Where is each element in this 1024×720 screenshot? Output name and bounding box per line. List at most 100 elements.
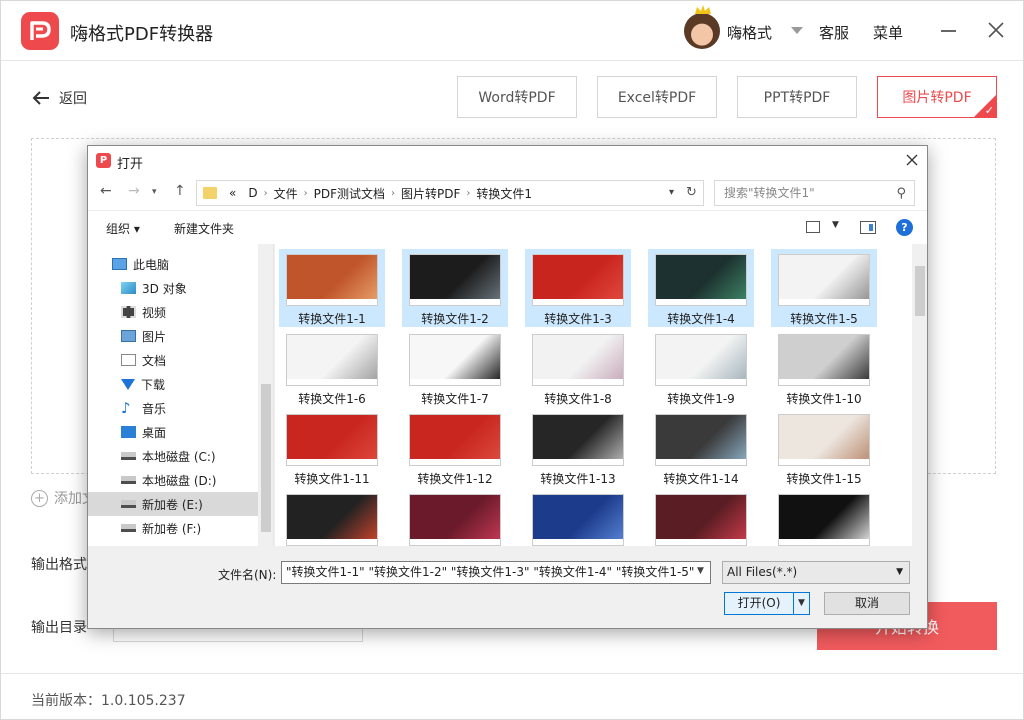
close-icon[interactable] [905, 153, 919, 167]
chevron-down-icon[interactable] [791, 27, 803, 34]
tree-item[interactable]: 此电脑 [88, 252, 258, 276]
file-name: 转换文件1-12 [417, 472, 493, 486]
file-type-select[interactable]: All Files(*.*) ▼ [722, 561, 910, 584]
folder-icon [203, 187, 217, 199]
tab-image-to-pdf[interactable]: 图片转PDF ✓ [877, 76, 997, 118]
back-button[interactable]: 返回 [31, 87, 87, 109]
tree-item[interactable]: 新加卷 (E:) [88, 492, 258, 516]
navigation-tree: 此电脑 3D 对象 视频 图片 文档 下载 ♪ 音乐 桌面 本地磁盘 (C:) 本地磁盘 (D:) 新… [88, 244, 274, 546]
file-item[interactable]: 转换文件1-11 [279, 409, 385, 487]
file-item[interactable]: 转换文件1-13 [525, 409, 631, 487]
organize-button[interactable]: 组织 ▾ [106, 220, 140, 237]
scrollbar-thumb[interactable] [915, 266, 925, 316]
chevron-down-icon[interactable]: ▾ [152, 187, 157, 197]
cancel-button[interactable]: 取消 [824, 592, 910, 615]
up-arrow-icon[interactable]: ↑ [174, 183, 186, 199]
file-item[interactable]: 转换文件1-9 [648, 329, 754, 407]
filename-label: 文件名(N): [218, 568, 277, 582]
file-item[interactable]: 转换文件1-4 [648, 249, 754, 327]
dialog-toolbar: 组织 ▾ 新建文件夹 ▼ ? [88, 210, 927, 244]
file-item[interactable]: 转换文件1-6 [279, 329, 385, 407]
tree-item[interactable]: 文档 [88, 348, 258, 372]
file-item[interactable]: 转换文件1-2 [402, 249, 508, 327]
file-item[interactable]: 转换文件1-10 [771, 329, 877, 407]
drive-icon [121, 476, 136, 484]
new-folder-button[interactable]: 新建文件夹 [174, 220, 234, 237]
address-bar[interactable]: « D › 文件 › PDF测试文档 › 图片转PDF › 转换文件1 ▾ [196, 180, 681, 206]
file-name: 转换文件1-15 [786, 472, 862, 486]
file-item[interactable] [648, 489, 754, 546]
breadcrumb-item[interactable]: 文件 [274, 185, 298, 202]
file-item[interactable] [279, 489, 385, 546]
close-icon[interactable] [987, 21, 1005, 39]
open-button[interactable]: 打开(O) [724, 592, 794, 615]
tree-item-label: 新加卷 (F:) [142, 521, 202, 536]
tree-item[interactable]: 图片 [88, 324, 258, 348]
chevron-down-icon[interactable]: ▼ [794, 592, 810, 615]
tree-item[interactable]: 桌面 [88, 420, 258, 444]
title-bar: 嗨格式PDF转换器 嗨格式 客服 菜单 [1, 1, 1023, 61]
path-prefix[interactable]: « [229, 186, 236, 200]
file-item[interactable]: 转换文件1-15 [771, 409, 877, 487]
tree-item[interactable]: 视频 [88, 300, 258, 324]
checkmark-icon: ✓ [984, 104, 994, 117]
file-thumbnail [655, 414, 747, 466]
tree-item[interactable]: ♪ 音乐 [88, 396, 258, 420]
tab-excel-to-pdf[interactable]: Excel转PDF [597, 76, 717, 118]
dialog-footer: 文件名(N): "转换文件1-1" "转换文件1-2" "转换文件1-3" "转… [88, 546, 927, 628]
refresh-icon[interactable]: ↻ [680, 180, 704, 206]
file-thumbnail [286, 254, 378, 306]
file-item[interactable]: 转换文件1-8 [525, 329, 631, 407]
file-grid-scrollbar[interactable] [912, 244, 927, 546]
file-item[interactable] [402, 489, 508, 546]
tree-item[interactable]: 本地磁盘 (C:) [88, 444, 258, 468]
minimize-icon[interactable] [941, 30, 956, 32]
breadcrumb-item[interactable]: 图片转PDF [401, 185, 460, 202]
user-name[interactable]: 嗨格式 [727, 22, 772, 43]
search-input[interactable]: 搜索"转换文件1" ⚲ [714, 180, 915, 206]
menu-button[interactable]: 菜单 [873, 22, 903, 43]
breadcrumb-item[interactable]: 转换文件1 [476, 185, 532, 202]
file-item[interactable]: 转换文件1-3 [525, 249, 631, 327]
breadcrumb-item[interactable]: PDF测试文档 [314, 185, 385, 202]
footer: 当前版本：1.0.105.237 [1, 673, 1023, 719]
document-icon [121, 354, 136, 366]
file-thumbnail [532, 414, 624, 466]
file-item[interactable] [525, 489, 631, 546]
help-icon[interactable]: ? [896, 219, 913, 236]
tree-item-label: 新加卷 (E:) [142, 497, 203, 512]
filename-input[interactable]: "转换文件1-1" "转换文件1-2" "转换文件1-3" "转换文件1-4" … [281, 561, 711, 584]
scrollbar-thumb[interactable] [261, 384, 271, 532]
chevron-down-icon: ▼ [896, 567, 903, 577]
preview-pane-icon[interactable] [860, 221, 876, 234]
tree-item[interactable]: 下载 [88, 372, 258, 396]
tab-ppt-to-pdf[interactable]: PPT转PDF [737, 76, 857, 118]
tree-scrollbar[interactable] [258, 244, 273, 546]
forward-arrow-icon[interactable]: → [128, 183, 140, 199]
file-thumbnail [286, 334, 378, 386]
file-item[interactable]: 转换文件1-7 [402, 329, 508, 407]
file-thumbnail [655, 254, 747, 306]
tab-word-to-pdf[interactable]: Word转PDF [457, 76, 577, 118]
file-thumbnail [778, 414, 870, 466]
service-button[interactable]: 客服 [819, 22, 849, 43]
file-name: 转换文件1-1 [298, 312, 366, 326]
file-item[interactable]: 转换文件1-5 [771, 249, 877, 327]
file-name: 转换文件1-13 [540, 472, 616, 486]
chevron-down-icon[interactable]: ▾ [669, 187, 674, 198]
file-item[interactable]: 转换文件1-1 [279, 249, 385, 327]
avatar[interactable] [684, 13, 720, 49]
back-arrow-icon[interactable]: ← [100, 183, 112, 199]
breadcrumb-item[interactable]: D [248, 186, 257, 200]
tree-item[interactable]: 新加卷 (F:) [88, 516, 258, 540]
tree-item[interactable]: 本地磁盘 (D:) [88, 468, 258, 492]
file-item[interactable]: 转换文件1-12 [402, 409, 508, 487]
file-item[interactable]: 转换文件1-14 [648, 409, 754, 487]
chevron-down-icon[interactable]: ▼ [832, 220, 839, 230]
file-item[interactable] [771, 489, 877, 546]
view-icon[interactable] [806, 221, 820, 233]
tree-item[interactable]: 3D 对象 [88, 276, 258, 300]
chevron-down-icon[interactable]: ▼ [697, 566, 704, 576]
file-name: 转换文件1-14 [663, 472, 739, 486]
file-name: 转换文件1-2 [421, 312, 489, 326]
